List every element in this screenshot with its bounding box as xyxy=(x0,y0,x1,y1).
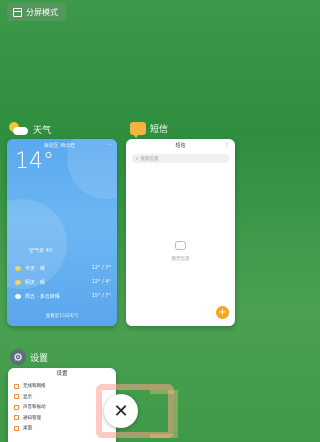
compose-button: + xyxy=(216,306,229,319)
background-app-preview xyxy=(150,390,178,438)
menu-icon: ⋯ xyxy=(107,142,112,148)
weather-app-label[interactable]: 天气 xyxy=(9,122,51,136)
cloud-icon xyxy=(15,293,21,299)
forecast-row: 周五 · 多云转晴 15° / 7° xyxy=(15,289,111,303)
more-icon: ⋮ xyxy=(224,142,230,149)
message-icon xyxy=(130,122,146,138)
weather-app-name: 天气 xyxy=(33,125,52,136)
sms-title: 短信 xyxy=(175,143,186,149)
split-screen-label: 分屏模式 xyxy=(26,7,58,17)
gear-icon: ⚙ xyxy=(10,349,26,365)
sun-icon xyxy=(15,279,21,285)
close-icon: ✕ xyxy=(113,400,129,422)
weather-location: 海淀区 西北旺 xyxy=(43,143,76,149)
forecast-row: 今天 · 晴 12° / 7° xyxy=(15,261,111,275)
close-all-button[interactable]: ✕ xyxy=(104,394,138,428)
empty-state: 暂无信息 xyxy=(126,241,235,262)
empty-message-icon xyxy=(175,241,186,250)
forecast-row: 明天 · 晴 12° / 4° xyxy=(15,275,111,289)
current-temperature: 14° xyxy=(15,149,54,174)
split-screen-button[interactable]: 分屏模式 xyxy=(7,3,66,21)
settings-title: 设置 xyxy=(56,371,68,377)
sms-app-card[interactable]: 短信 ⋮ ⌕ 搜索信息 暂无信息 + xyxy=(126,139,235,326)
forecast-link: 查看近15日天气 xyxy=(45,314,79,319)
sms-app-label[interactable]: 短信 xyxy=(130,122,169,138)
settings-app-name: 设置 xyxy=(30,353,49,364)
weather-app-card[interactable]: 海淀区 西北旺 ⋯ 14° 空气良 40 今天 · 晴 12° / 7° 明天 … xyxy=(7,139,117,326)
sms-search-field: ⌕ 搜索信息 xyxy=(132,154,229,163)
air-quality: 空气良 40 xyxy=(29,248,52,254)
sun-icon xyxy=(15,265,21,271)
settings-app-label[interactable]: ⚙ 设置 xyxy=(10,349,48,365)
sms-app-name: 短信 xyxy=(150,125,169,135)
split-screen-icon xyxy=(13,7,22,17)
search-icon: ⌕ xyxy=(136,156,139,162)
empty-text: 暂无信息 xyxy=(171,257,190,262)
weather-icon xyxy=(9,122,29,136)
